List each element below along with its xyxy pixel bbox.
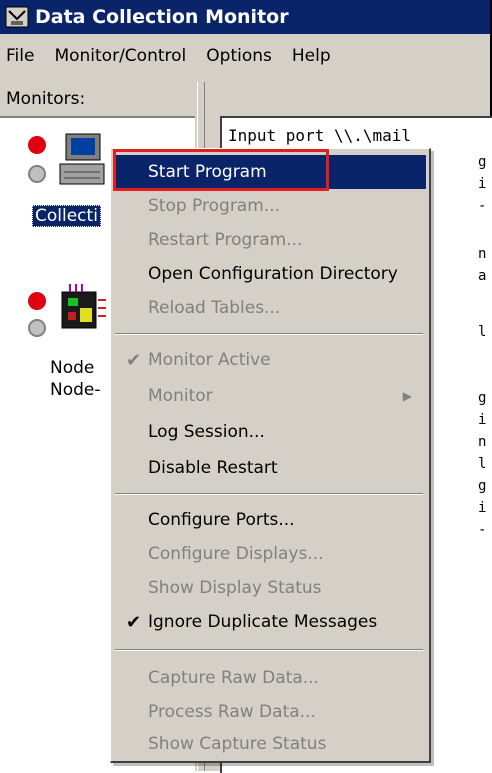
menu-item-show-capture-status[interactable]: Show Capture Status xyxy=(114,727,426,761)
console-fragment: n xyxy=(478,434,487,450)
console-header xyxy=(206,82,490,114)
submenu-arrow-icon: ▶ xyxy=(402,389,412,403)
console-fragment: a xyxy=(478,268,487,284)
title-bar: Data Collection Monitor xyxy=(0,0,490,34)
console-fragment: i xyxy=(478,412,487,428)
menu-item-restart-program[interactable]: Restart Program... xyxy=(114,223,426,257)
console-fragment: g xyxy=(478,154,487,170)
menu-bar: File Monitor/Control Options Help xyxy=(0,38,490,74)
menu-item-show-display-status[interactable]: Show Display Status xyxy=(114,571,426,605)
menu-item-open-configuration-directory[interactable]: Open Configuration Directory xyxy=(114,257,426,291)
window-title: Data Collection Monitor xyxy=(35,6,289,28)
menu-help[interactable]: Help xyxy=(292,46,331,66)
console-fragment: g xyxy=(478,478,487,494)
monitor-label-collection[interactable]: Collecti xyxy=(32,205,101,227)
menu-separator xyxy=(115,649,423,651)
console-fragment: - xyxy=(478,522,487,538)
console-fragment: l xyxy=(478,456,487,472)
checkmark-icon: ✔ xyxy=(126,611,142,633)
status-red-indicator xyxy=(28,292,46,310)
menu-item-ignore-duplicate-messages[interactable]: ✔ Ignore Duplicate Messages xyxy=(114,605,426,639)
console-fragment: g xyxy=(478,390,487,406)
menu-file[interactable]: File xyxy=(6,46,34,66)
context-menu: Start Program Stop Program... Restart Pr… xyxy=(110,148,431,763)
console-fragment: i xyxy=(478,500,487,516)
circuit-board-icon[interactable] xyxy=(54,282,110,336)
console-fragment: - xyxy=(478,198,487,214)
console-fragment: n xyxy=(478,246,487,262)
monitor-label-node-line2[interactable]: Node- xyxy=(50,380,101,400)
menu-item-capture-raw-data[interactable]: Capture Raw Data... xyxy=(114,661,426,695)
menu-item-configure-ports[interactable]: Configure Ports... xyxy=(114,503,426,537)
monitors-header: Monitors: xyxy=(0,82,195,118)
console-fragment: i xyxy=(478,176,487,192)
monitor-label-node-line1[interactable]: Node xyxy=(50,358,94,378)
menu-separator xyxy=(115,333,423,335)
annotation-highlight-box xyxy=(113,149,329,191)
menu-item-log-session[interactable]: Log Session... xyxy=(114,415,426,449)
computer-icon[interactable] xyxy=(54,130,108,190)
menu-item-configure-displays[interactable]: Configure Displays... xyxy=(114,537,426,571)
menu-item-disable-restart[interactable]: Disable Restart xyxy=(114,451,426,485)
menu-item-reload-tables[interactable]: Reload Tables... xyxy=(114,291,426,325)
menu-item-monitor-active[interactable]: ✔ Monitor Active xyxy=(114,343,426,377)
status-grey-indicator xyxy=(28,319,46,337)
menu-item-monitor[interactable]: Monitor ▶ xyxy=(114,379,426,413)
menu-separator xyxy=(115,493,423,495)
app-icon xyxy=(5,6,29,28)
menu-options[interactable]: Options xyxy=(206,46,272,66)
status-red-indicator xyxy=(28,136,46,154)
menu-item-process-raw-data[interactable]: Process Raw Data... xyxy=(114,695,426,729)
console-line: Input port \\.\mail xyxy=(228,126,412,145)
menu-item-stop-program[interactable]: Stop Program... xyxy=(114,189,426,223)
menu-monitor-control[interactable]: Monitor/Control xyxy=(54,46,186,66)
console-fragment: l xyxy=(478,324,487,340)
status-grey-indicator xyxy=(28,165,46,183)
checkmark-icon: ✔ xyxy=(126,349,142,371)
